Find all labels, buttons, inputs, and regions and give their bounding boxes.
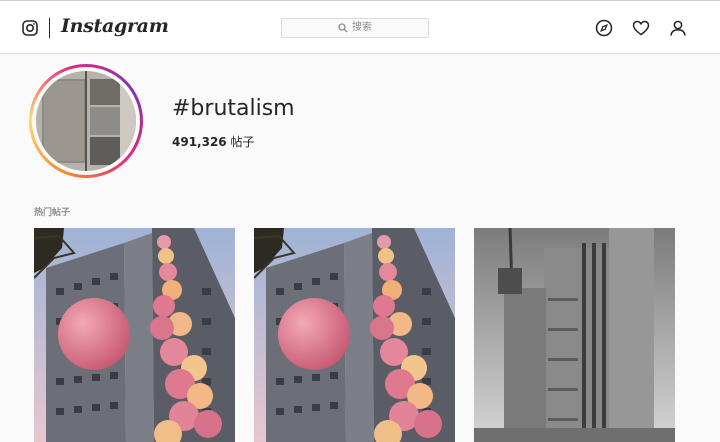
post-tile[interactable] (254, 228, 455, 442)
top-nav-bar: Instagram 搜索 (0, 0, 720, 54)
post-tile[interactable] (474, 228, 675, 442)
instagram-wordmark[interactable]: Instagram (61, 15, 169, 37)
post-count: 491,326 帖子 (172, 133, 255, 150)
hashtag-avatar (29, 64, 143, 178)
top-posts-label: 热门帖子 (34, 208, 71, 218)
post-tile[interactable] (34, 228, 235, 442)
logo-divider (49, 18, 50, 38)
user-icon[interactable] (669, 19, 687, 37)
post-count-number: 491,326 (172, 135, 227, 149)
search-input[interactable]: 搜索 (281, 18, 429, 38)
post-image-tower-spheres (34, 228, 235, 442)
search-placeholder: 搜索 (352, 22, 372, 33)
heart-icon[interactable] (632, 19, 650, 37)
post-image-tower-spheres (254, 228, 455, 442)
post-count-label: 帖子 (230, 135, 255, 149)
hashtag-avatar-image (36, 71, 136, 171)
instagram-camera-icon[interactable] (22, 20, 38, 36)
post-image-concrete-tower (474, 228, 675, 442)
compass-icon[interactable] (595, 19, 613, 37)
concrete-blocks-image (36, 71, 136, 171)
hashtag-title: #brutalism (172, 96, 295, 121)
search-icon (338, 23, 348, 33)
